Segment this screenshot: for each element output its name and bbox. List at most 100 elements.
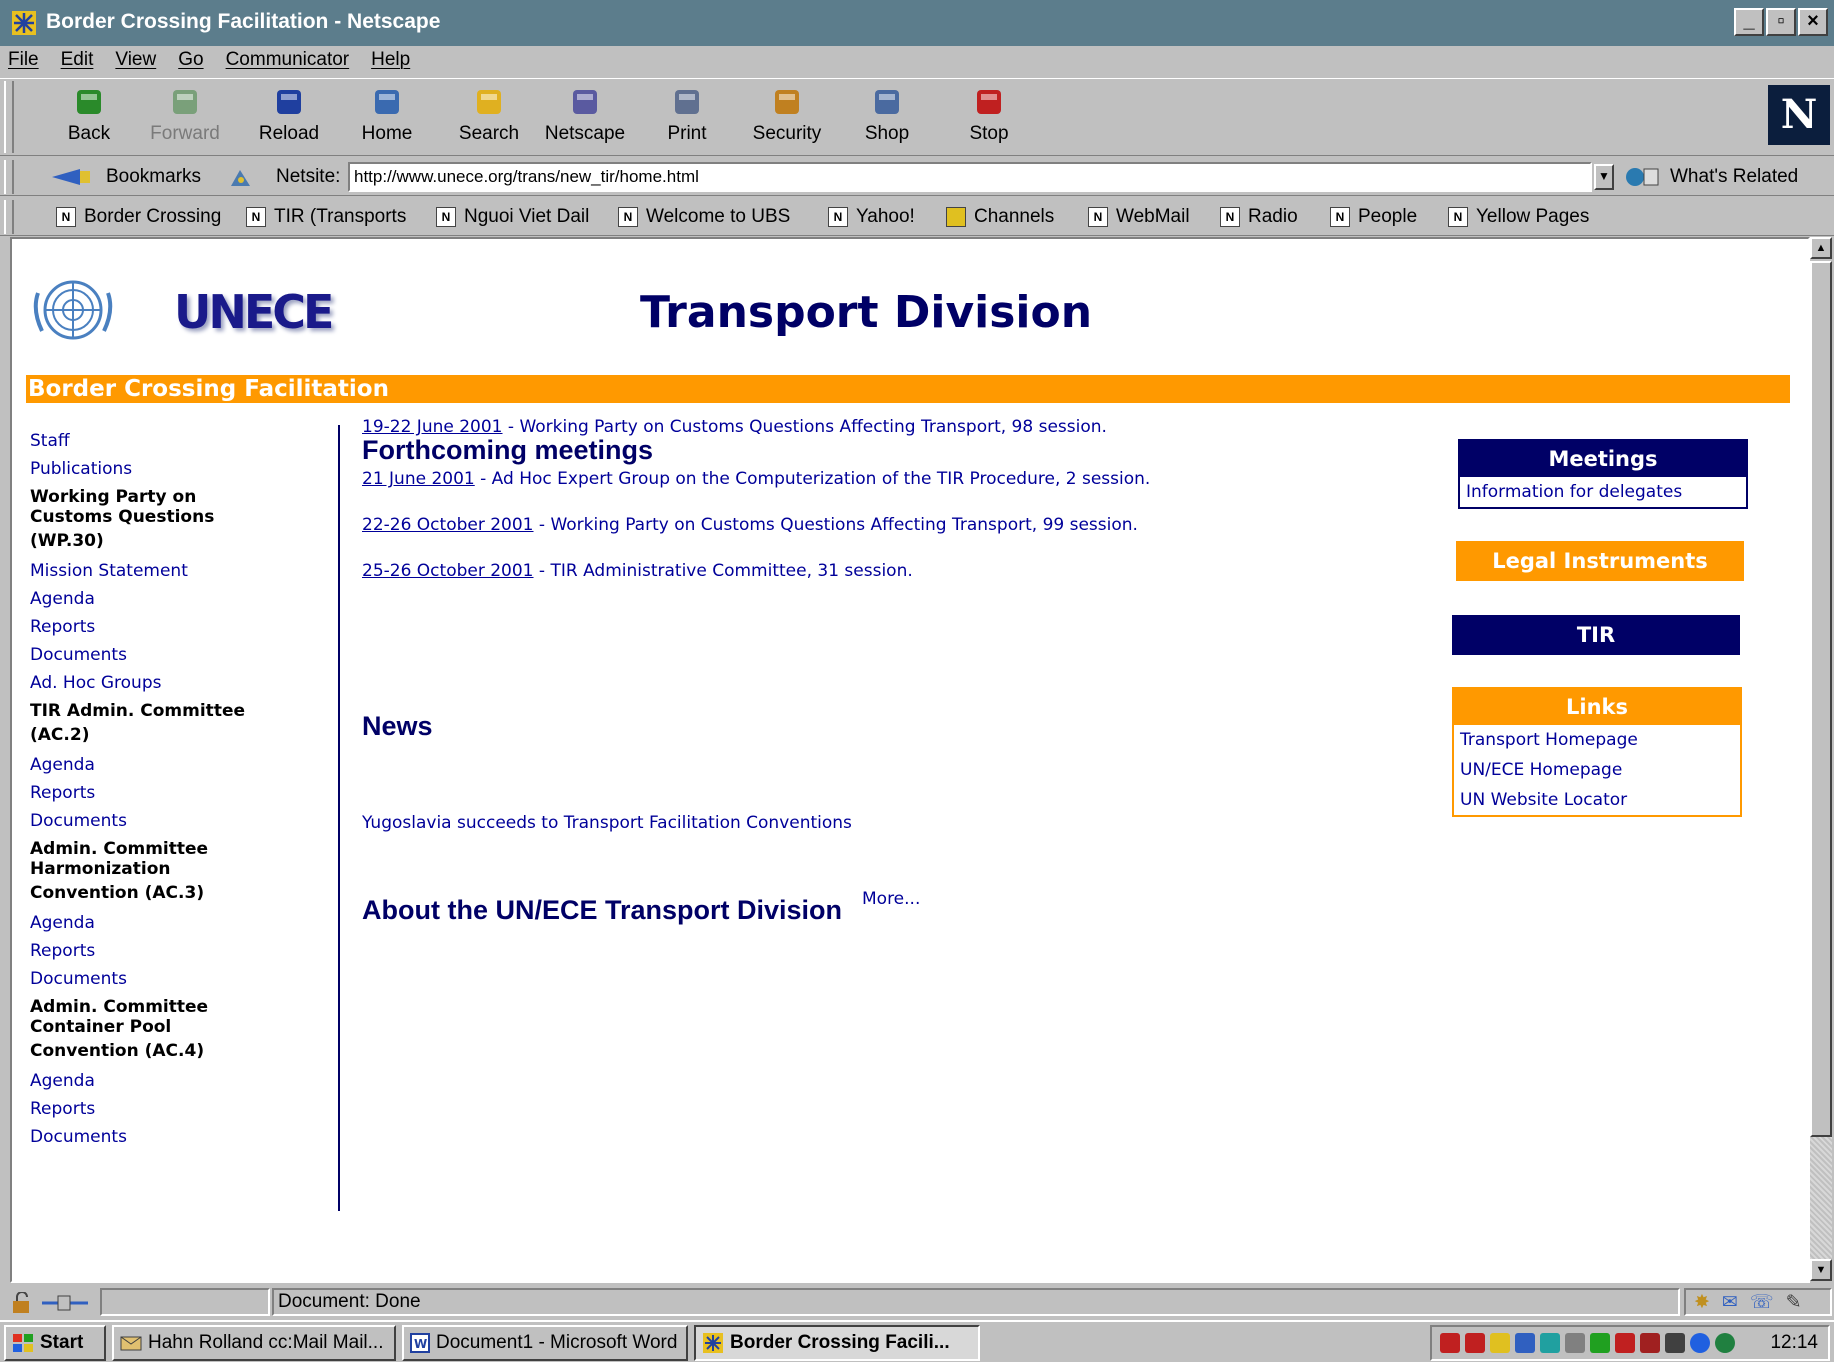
menu-go[interactable]: Go <box>178 49 203 76</box>
clock[interactable]: 12:14 <box>1770 1332 1818 1354</box>
fax-tray-icon[interactable] <box>1565 1333 1585 1353</box>
mail-icon[interactable]: ✉ <box>1722 1291 1738 1314</box>
bookmark-radio[interactable]: N Radio <box>1220 206 1298 228</box>
menu-edit[interactable]: Edit <box>61 49 94 76</box>
bookmark-nguoi-viet-dail[interactable]: N Nguoi Viet Dail <box>436 206 589 228</box>
volume-tray-icon[interactable] <box>1490 1333 1510 1353</box>
legal-instruments-button[interactable]: Legal Instruments <box>1456 541 1744 581</box>
scroll-thumb[interactable] <box>1810 261 1832 1137</box>
tir-button[interactable]: TIR <box>1452 615 1740 655</box>
leftnav-link-documents[interactable]: Documents <box>30 641 330 669</box>
close-button[interactable]: × <box>1798 8 1828 36</box>
scheduler-tray-icon[interactable] <box>1540 1333 1560 1353</box>
leftnav-link-agenda[interactable]: Agenda <box>30 909 330 937</box>
scroll-up-icon[interactable]: ▲ <box>1810 237 1832 259</box>
leftnav-link-mission-statement[interactable]: Mission Statement <box>30 557 330 585</box>
bookmarks-icon[interactable] <box>50 165 98 189</box>
maximize-button[interactable]: ▫ <box>1766 8 1796 36</box>
meetings-header[interactable]: Meetings <box>1460 441 1746 477</box>
network-tray-icon[interactable] <box>1515 1333 1535 1353</box>
stop-button[interactable]: Stop <box>944 85 1034 145</box>
bookmark-webmail[interactable]: N WebMail <box>1088 206 1190 228</box>
camera-tray-icon[interactable] <box>1665 1333 1685 1353</box>
leftnav-link-reports[interactable]: Reports <box>30 779 330 807</box>
messenger-tray-icon[interactable] <box>1690 1333 1710 1353</box>
quicktime-tray-icon[interactable] <box>1640 1333 1660 1353</box>
leftnav-link-reports[interactable]: Reports <box>30 613 330 641</box>
unece-logo[interactable]: UNECE <box>174 285 334 339</box>
netsite-label: Netsite: <box>276 166 341 187</box>
menu-help[interactable]: Help <box>371 49 410 76</box>
task-netscape[interactable]: Border Crossing Facili... <box>694 1325 980 1361</box>
search-button[interactable]: Search <box>444 85 534 145</box>
netscape-logo-icon[interactable]: N <box>1768 85 1830 145</box>
bookmark-yahoo[interactable]: N Yahoo! <box>828 206 915 228</box>
information-for-delegates-link[interactable]: Information for delegates <box>1460 477 1746 507</box>
toolbar-grip[interactable] <box>4 160 14 194</box>
reload-button[interactable]: Reload <box>244 85 334 145</box>
un-website-locator-link[interactable]: UN Website Locator <box>1454 785 1740 815</box>
toolbar-grip[interactable] <box>4 200 14 234</box>
vertical-scrollbar[interactable]: ▲ ▼ <box>1810 237 1832 1283</box>
forward-button[interactable]: Forward <box>140 85 230 145</box>
security-button[interactable]: Security <box>742 85 832 145</box>
menu-file[interactable]: File <box>8 49 39 76</box>
leftnav-link-staff[interactable]: Staff <box>30 427 330 455</box>
leftnav-link-reports[interactable]: Reports <box>30 937 330 965</box>
leftnav-link-publications[interactable]: Publications <box>30 455 330 483</box>
scroll-track[interactable] <box>1810 1137 1832 1259</box>
more-link[interactable]: More... <box>862 889 920 909</box>
discussion-icon[interactable]: ☏ <box>1750 1291 1774 1314</box>
url-field[interactable]: http://www.unece.org/trans/new_tir/home.… <box>348 162 1592 192</box>
bookmark-people[interactable]: N People <box>1330 206 1417 228</box>
meeting-date-link[interactable]: 21 June 2001 <box>362 469 475 489</box>
netscape-button[interactable]: Netscape <box>540 85 630 145</box>
leftnav-link-agenda[interactable]: Agenda <box>30 751 330 779</box>
forthcoming-meetings-heading: Forthcoming meetings <box>362 435 654 465</box>
menu-view[interactable]: View <box>115 49 156 76</box>
bookmarks-button[interactable]: Bookmarks <box>106 166 201 188</box>
meeting-item: 21 June 2001 - Ad Hoc Expert Group on th… <box>362 469 1150 489</box>
transport-homepage-link[interactable]: Transport Homepage <box>1454 725 1740 755</box>
menu-communicator[interactable]: Communicator <box>226 49 350 76</box>
ati-tray-icon[interactable] <box>1615 1333 1635 1353</box>
whats-related-button[interactable]: What's Related <box>1624 166 1798 188</box>
shop-button[interactable]: Shop <box>842 85 932 145</box>
navigator-icon[interactable]: ✸ <box>1694 1291 1710 1314</box>
leftnav-link-agenda[interactable]: Agenda <box>30 585 330 613</box>
scroll-down-icon[interactable]: ▼ <box>1810 1259 1832 1281</box>
globe-tray-icon[interactable] <box>1715 1333 1735 1353</box>
leftnav-link-reports[interactable]: Reports <box>30 1095 330 1123</box>
bookmark-channels[interactable]: Channels <box>946 206 1054 228</box>
bookmark-tir-transports[interactable]: N TIR (Transports <box>246 206 406 228</box>
toolbar-grip[interactable] <box>4 81 14 153</box>
unece-homepage-link[interactable]: UN/ECE Homepage <box>1454 755 1740 785</box>
task-word[interactable]: W Document1 - Microsoft Word <box>402 1325 688 1361</box>
minimize-button[interactable]: _ <box>1734 8 1764 36</box>
meeting-date-link[interactable]: 22-26 October 2001 <box>362 515 534 535</box>
meeting-date-link[interactable]: 25-26 October 2001 <box>362 561 534 581</box>
bookmark-welcome-to-ubs[interactable]: N Welcome to UBS <box>618 206 790 228</box>
task-ccmail[interactable]: Hahn Rolland cc:Mail Mail... <box>112 1325 396 1361</box>
security-lock-icon[interactable] <box>10 1292 36 1314</box>
start-button[interactable]: Start <box>4 1325 106 1361</box>
norton-tray-icon[interactable] <box>1465 1333 1485 1353</box>
meeting-date-link[interactable]: 19-22 June 2001 <box>362 417 503 437</box>
bookmark-border-crossing[interactable]: N Border Crossing <box>56 206 221 228</box>
print-button[interactable]: Print <box>642 85 732 145</box>
leftnav-link-documents[interactable]: Documents <box>30 1123 330 1151</box>
monitor-tray-icon[interactable] <box>1590 1333 1610 1353</box>
leftnav-link-documents[interactable]: Documents <box>30 965 330 993</box>
leftnav-link-documents[interactable]: Documents <box>30 807 330 835</box>
url-dropdown-button[interactable]: ▼ <box>1594 164 1614 190</box>
antivirus-tray-icon[interactable] <box>1440 1333 1460 1353</box>
page-proxy-icon[interactable] <box>228 166 254 190</box>
home-button[interactable]: Home <box>342 85 432 145</box>
bookmark-yellow-pages[interactable]: N Yellow Pages <box>1448 206 1589 228</box>
leftnav-link-agenda[interactable]: Agenda <box>30 1067 330 1095</box>
news-link[interactable]: Yugoslavia succeeds to Transport Facilit… <box>362 813 852 833</box>
back-button[interactable]: Back <box>44 85 134 145</box>
about-heading[interactable]: About the UN/ECE Transport Division <box>362 895 842 926</box>
leftnav-link-ad-hoc-groups[interactable]: Ad. Hoc Groups <box>30 669 330 697</box>
composer-icon[interactable]: ✎ <box>1786 1291 1802 1314</box>
